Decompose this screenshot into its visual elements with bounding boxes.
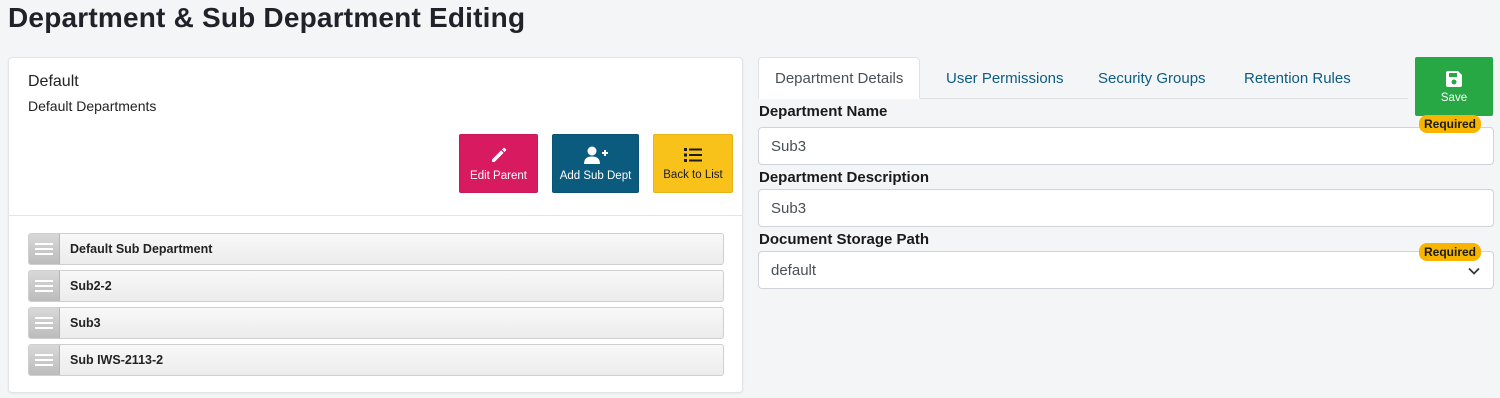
- back-to-list-button[interactable]: Back to List: [653, 134, 733, 193]
- add-sub-dept-label: Add Sub Dept: [559, 170, 632, 182]
- user-plus-icon: [583, 146, 608, 164]
- save-button[interactable]: Save: [1415, 57, 1493, 116]
- drag-handle-icon[interactable]: [29, 271, 60, 301]
- department-name: Default: [28, 73, 79, 90]
- sub-department-list: Default Sub Department Sub2-2 Sub3 Sub I…: [28, 233, 724, 381]
- department-description-value: Sub3: [771, 199, 807, 217]
- tab-department-details[interactable]: Department Details: [758, 57, 921, 99]
- tab-user-permissions[interactable]: User Permissions: [930, 57, 1080, 99]
- department-description-input[interactable]: Sub3: [758, 189, 1494, 227]
- list-item-label: Default Sub Department: [70, 242, 213, 256]
- list-item[interactable]: Default Sub Department: [28, 233, 724, 265]
- required-badge: Required: [1419, 243, 1482, 261]
- storage-path-label: Document Storage Path: [759, 231, 930, 248]
- list-item[interactable]: Sub3: [28, 307, 724, 339]
- list-item-label: Sub2-2: [70, 279, 112, 293]
- back-to-list-label: Back to List: [663, 169, 723, 181]
- department-card: Default Default Departments Edit Parent …: [8, 57, 743, 393]
- department-name-value: Sub3: [771, 137, 807, 155]
- drag-handle-icon[interactable]: [29, 234, 60, 264]
- list-item-label: Sub3: [70, 316, 101, 330]
- storage-path-value: default: [771, 261, 817, 279]
- drag-handle-icon[interactable]: [29, 308, 60, 338]
- list-item-label: Sub IWS-2113-2: [70, 353, 164, 367]
- pencil-icon: [491, 147, 506, 162]
- department-name-label: Department Name: [759, 103, 888, 120]
- list-icon: [684, 148, 702, 162]
- chevron-down-icon: [1468, 267, 1480, 275]
- save-label: Save: [1440, 91, 1468, 104]
- page-title: Department & Sub Department Editing: [8, 2, 526, 33]
- tab-security-groups[interactable]: Security Groups: [1082, 57, 1222, 99]
- tab-retention-rules[interactable]: Retention Rules: [1228, 57, 1367, 99]
- card-divider: [9, 215, 742, 216]
- department-name-input[interactable]: Sub3: [758, 127, 1494, 165]
- department-description-label: Department Description: [759, 169, 930, 186]
- edit-parent-button[interactable]: Edit Parent: [459, 134, 538, 193]
- list-item[interactable]: Sub2-2: [28, 270, 724, 302]
- add-sub-dept-button[interactable]: Add Sub Dept: [552, 134, 639, 193]
- storage-path-select[interactable]: default: [758, 251, 1494, 289]
- list-item[interactable]: Sub IWS-2113-2: [28, 344, 724, 376]
- required-badge: Required: [1419, 115, 1482, 133]
- edit-parent-label: Edit Parent: [470, 170, 527, 182]
- floppy-disk-icon: [1446, 70, 1462, 87]
- department-subtitle: Default Departments: [28, 98, 157, 114]
- drag-handle-icon[interactable]: [29, 345, 60, 375]
- detail-tabs: Department Details User Permissions Secu…: [758, 57, 1408, 99]
